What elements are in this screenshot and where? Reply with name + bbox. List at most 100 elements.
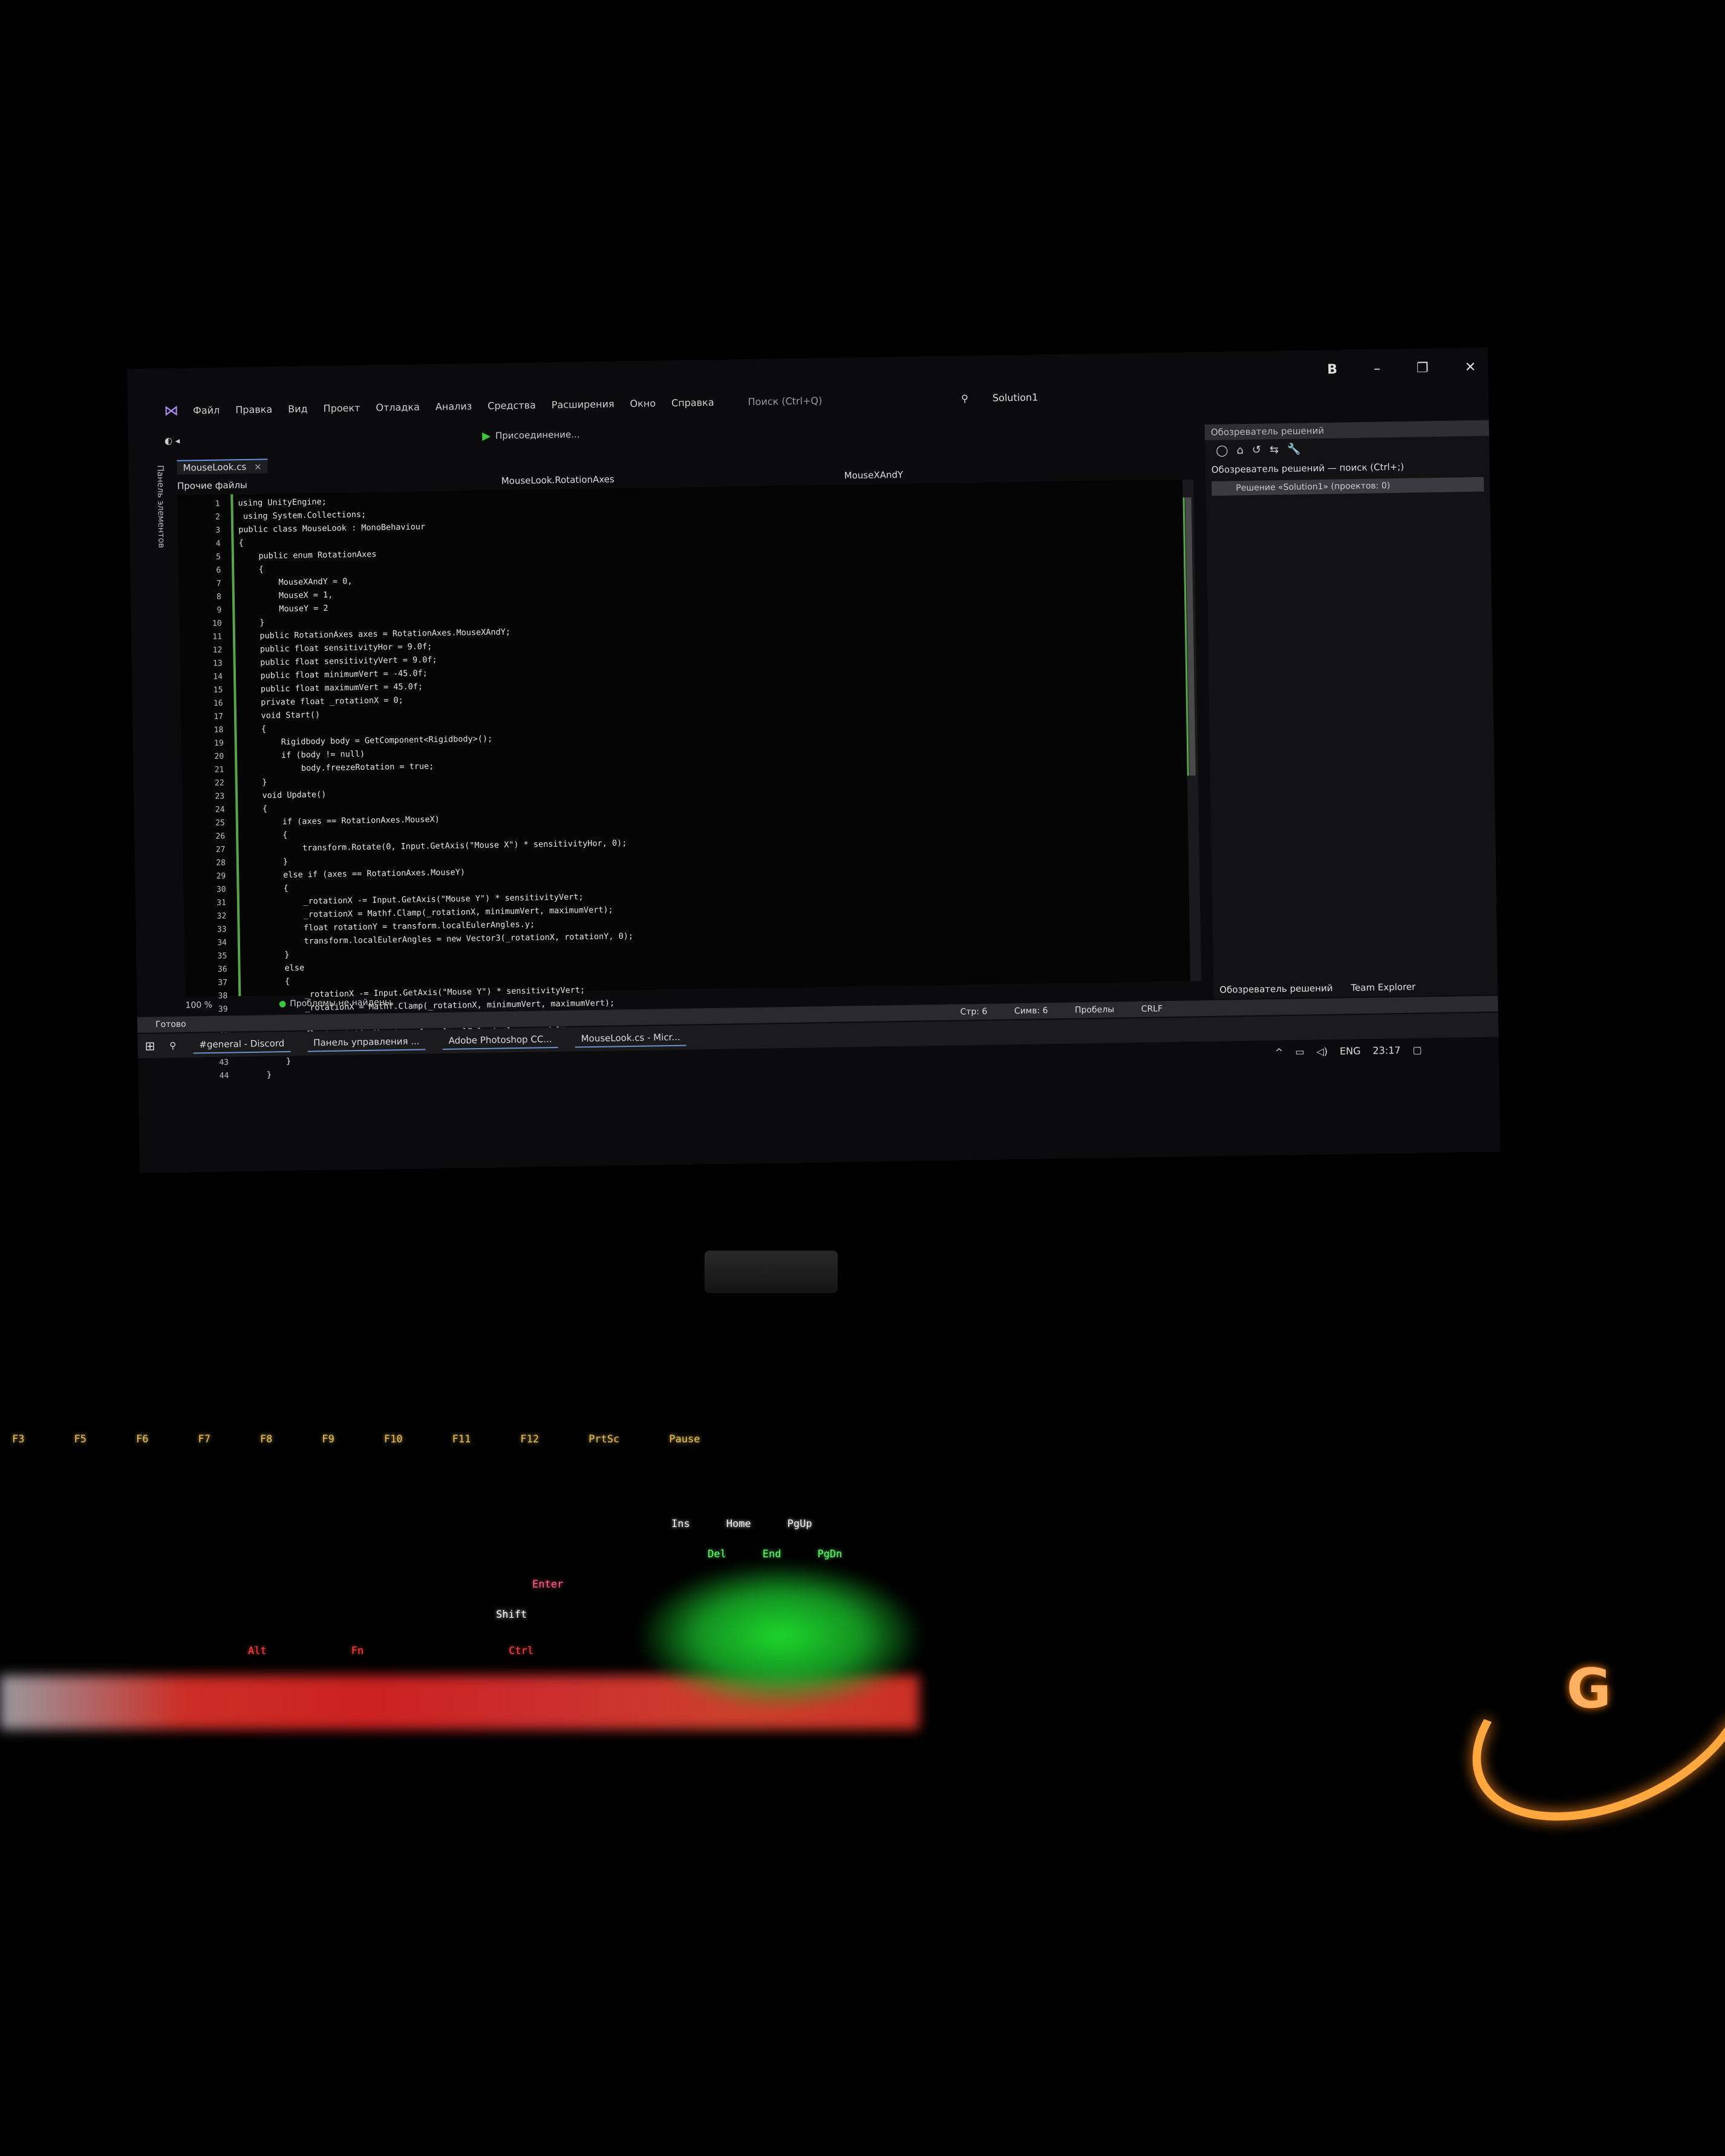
search-icon[interactable]: ⚲: [961, 392, 968, 404]
tab-label: MouseLook.cs: [183, 461, 247, 474]
line-number: 29: [216, 871, 226, 881]
code-line[interactable]: {: [243, 802, 267, 816]
code-editor[interactable]: 1 2 3 4 5 6 7 8 9 10 11 12 13 14 15 16 17 18 19 20 21 22 23 24 2…: [177, 479, 1202, 1081]
search-icon[interactable]: ⚲: [169, 1040, 176, 1051]
code-line[interactable]: {: [246, 975, 290, 989]
key-f11: F11: [452, 1433, 471, 1445]
task-photoshop[interactable]: Adobe Photoshop CC...: [442, 1031, 558, 1050]
code-line[interactable]: MouseXAndY = 0,: [239, 575, 352, 590]
code-line[interactable]: public enum RotationAxes: [239, 548, 377, 564]
task-discord[interactable]: #general - Discord: [193, 1035, 291, 1054]
code-line[interactable]: {: [238, 536, 243, 550]
solution-tree-row[interactable]: Решение «Solution1» (проектов: 0): [1211, 477, 1484, 496]
key-ins: Ins: [671, 1518, 690, 1530]
notification-icon[interactable]: ▢: [1412, 1044, 1421, 1056]
toolbox-side-tab[interactable]: Панель элементов: [147, 465, 167, 574]
code-line[interactable]: using UnityEngine;: [238, 495, 327, 510]
properties-icon[interactable]: 🔧: [1287, 443, 1301, 455]
menu-help[interactable]: Справка: [671, 396, 714, 408]
code-line[interactable]: {: [243, 829, 287, 842]
code-line[interactable]: MouseY = 2: [240, 602, 328, 616]
keyboard-green-glow: [635, 1560, 925, 1711]
key-prtsc: PrtSc: [589, 1433, 620, 1445]
task-control-panel[interactable]: Панель управления ...: [307, 1033, 426, 1052]
task-visual-studio[interactable]: MouseLook.cs - Micr...: [575, 1029, 686, 1048]
key-pgup: PgUp: [787, 1518, 812, 1530]
problems-status[interactable]: Проблемы не найдены.: [290, 997, 394, 1009]
line-number: 3: [215, 526, 221, 535]
code-line[interactable]: }: [243, 775, 267, 789]
code-line[interactable]: else if (axes == RotationAxes.MouseY): [244, 865, 465, 882]
code-text[interactable]: using UnityEngine; using System.Collecti…: [238, 480, 1189, 1080]
code-line[interactable]: void Update(): [243, 788, 327, 803]
code-line[interactable]: void Start(): [241, 708, 320, 723]
code-line[interactable]: {: [241, 722, 266, 736]
menu-edit[interactable]: Правка: [235, 403, 272, 415]
attach-button[interactable]: Присоединение...: [495, 429, 580, 441]
tab-team-explorer[interactable]: Team Explorer: [1351, 982, 1415, 994]
back-icon[interactable]: ◯: [1216, 444, 1228, 457]
network-icon[interactable]: ▭: [1295, 1046, 1304, 1058]
play-icon[interactable]: ▶: [482, 429, 491, 442]
menu-project[interactable]: Проект: [323, 402, 360, 414]
toolbar-back-icon[interactable]: ◐ ◂: [165, 435, 180, 446]
home-icon[interactable]: ⌂: [1236, 444, 1244, 457]
line-number: 12: [212, 645, 223, 655]
key-enter: Enter: [532, 1578, 564, 1591]
code-line[interactable]: public class MouseLook : MonoBehaviour: [238, 520, 425, 536]
line-number: 25: [215, 818, 225, 828]
history-icon[interactable]: ↺: [1252, 443, 1261, 456]
nav-type-dropdown[interactable]: MouseLook.RotationAxes: [501, 474, 615, 486]
nav-member-dropdown[interactable]: MouseXAndY: [844, 469, 904, 481]
key-pause: Pause: [669, 1433, 700, 1445]
code-line[interactable]: }: [244, 855, 288, 869]
line-number: 2: [215, 512, 220, 522]
panel-search-input[interactable]: Обозреватель решений — поиск (Ctrl+;): [1205, 457, 1490, 479]
code-line[interactable]: transform.Rotate(0, Input.GetAxis("Mouse…: [243, 836, 627, 856]
code-line[interactable]: if (body != null): [242, 747, 365, 763]
menu-extensions[interactable]: Расширения: [552, 398, 615, 411]
code-line[interactable]: Rigidbody body = GetComponent<Rigidbody>…: [242, 732, 493, 750]
nav-project-dropdown[interactable]: Прочие файлы: [177, 480, 247, 492]
menu-tools[interactable]: Средства: [488, 399, 536, 411]
menu-view[interactable]: Вид: [288, 403, 308, 415]
check-circle-icon: ●: [278, 998, 287, 1009]
code-line[interactable]: else: [245, 962, 304, 976]
code-line[interactable]: }: [247, 1068, 272, 1082]
line-number: 16: [213, 699, 223, 708]
nav-key-row-top: Ins Home PgUp: [671, 1518, 862, 1530]
menu-analyze[interactable]: Анализ: [435, 400, 472, 412]
menu-debug[interactable]: Отладка: [376, 401, 420, 413]
code-line[interactable]: if (axes == RotationAxes.MouseX): [243, 813, 440, 829]
sync-icon[interactable]: ⇆: [1270, 443, 1279, 456]
search-input[interactable]: Поиск (Ctrl+Q): [748, 394, 822, 407]
volume-icon[interactable]: ◁): [1316, 1046, 1328, 1057]
menu-file[interactable]: Файл: [193, 404, 220, 416]
key-f7: F7: [198, 1433, 210, 1445]
zoom-level[interactable]: 100 %: [185, 1000, 212, 1011]
tab-solution-explorer[interactable]: Обозреватель решений: [1219, 983, 1332, 995]
char-number: Симв: 6: [1014, 1006, 1048, 1017]
line-number: 43: [219, 1058, 229, 1067]
code-line[interactable]: MouseX = 1,: [240, 588, 333, 603]
code-line[interactable]: private float _rotationX = 0;: [241, 694, 404, 709]
clock[interactable]: 23:17: [1372, 1044, 1400, 1057]
key-fn: Fn: [351, 1645, 364, 1657]
code-line[interactable]: }: [247, 1055, 291, 1069]
close-icon[interactable]: ×: [254, 461, 262, 472]
code-line[interactable]: {: [244, 882, 288, 896]
code-line[interactable]: {: [239, 562, 264, 576]
line-ending[interactable]: CRLF: [1141, 1004, 1163, 1014]
menu-window[interactable]: Окно: [630, 397, 656, 409]
line-number: 35: [217, 951, 227, 961]
line-number: 36: [217, 965, 227, 974]
code-line[interactable]: }: [245, 948, 289, 962]
code-line[interactable]: }: [240, 616, 264, 630]
windows-start-icon[interactable]: ⊞: [145, 1038, 155, 1053]
tab-mouselook[interactable]: MouseLook.cs ×: [177, 458, 268, 475]
indent-mode[interactable]: Пробелы: [1075, 1005, 1114, 1015]
line-number: 4: [215, 539, 221, 549]
code-line[interactable]: body.freezeRotation = true;: [242, 760, 434, 776]
chevron-up-icon[interactable]: ^: [1275, 1046, 1283, 1058]
language-indicator[interactable]: ENG: [1340, 1045, 1361, 1057]
